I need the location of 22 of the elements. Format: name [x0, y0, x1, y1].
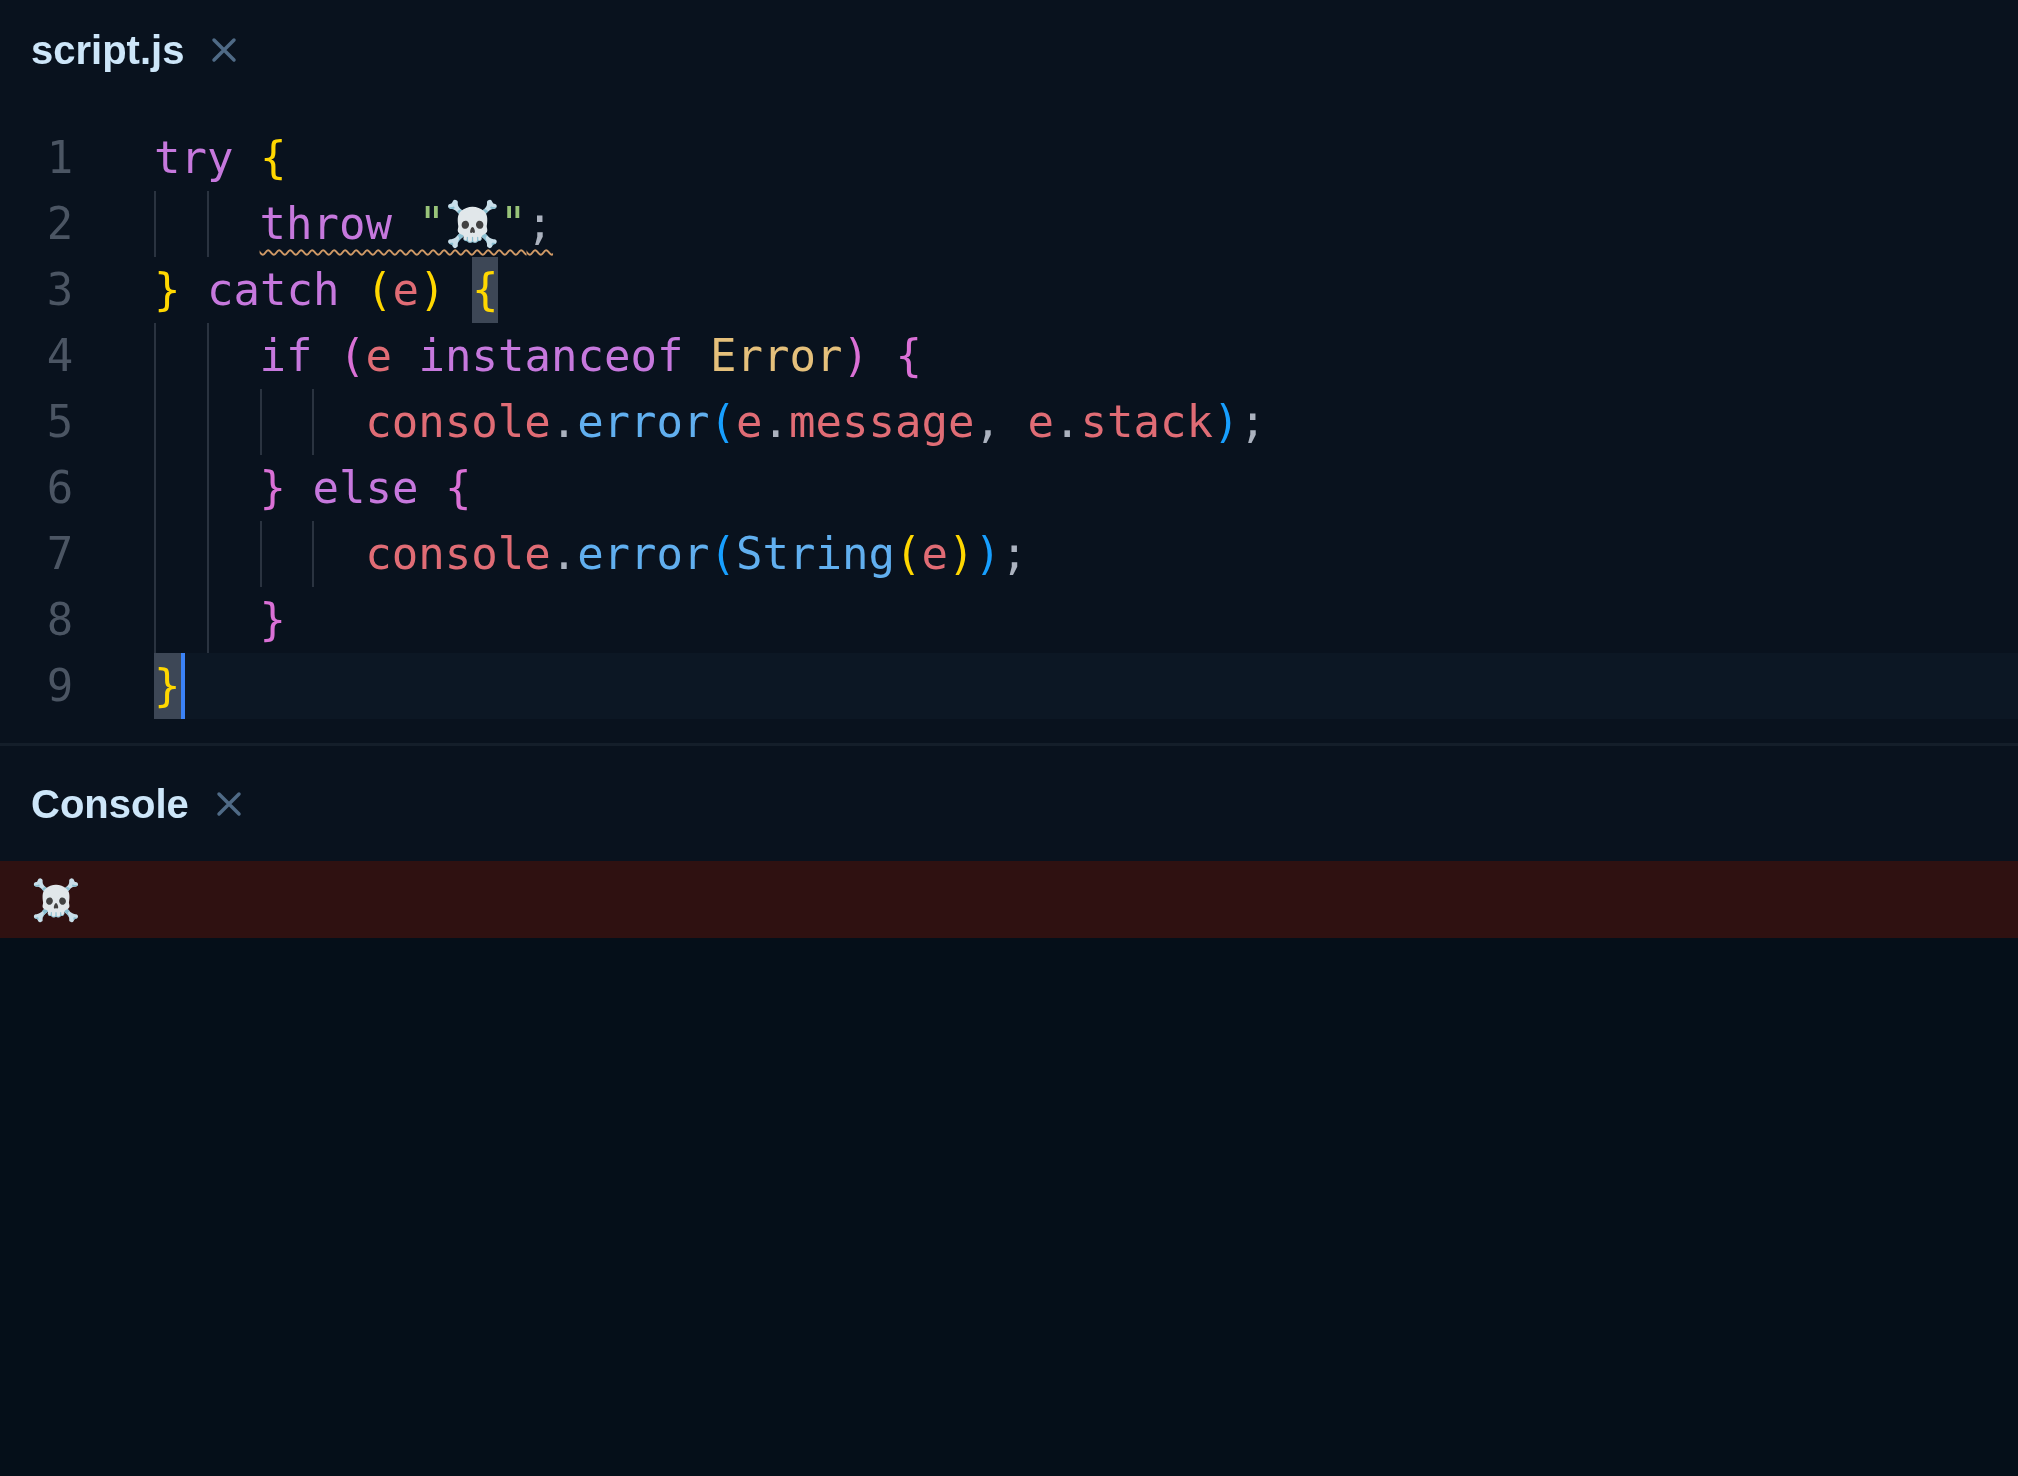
text-cursor	[180, 653, 185, 719]
line-number: 6	[45, 461, 75, 515]
line-number: 4	[45, 329, 75, 383]
tab-title[interactable]: script.js	[31, 20, 185, 80]
line-number: 2	[45, 197, 75, 251]
line-number: 8	[45, 593, 75, 647]
code-line: throw "☠";	[154, 191, 2018, 257]
code-line: if (e instanceof Error) {	[154, 323, 2018, 389]
line-number: 7	[45, 527, 75, 581]
close-icon[interactable]	[214, 789, 243, 818]
code-line: try {	[154, 131, 288, 185]
close-icon[interactable]	[210, 36, 239, 64]
line-number: 1	[45, 131, 75, 185]
code-line: console.error(String(e));	[154, 521, 2018, 587]
console-message: ☠	[0, 861, 2018, 938]
line-number: 5	[45, 395, 75, 449]
code-line: } catch (e) {	[154, 257, 2018, 323]
code-line: } else {	[154, 455, 2018, 521]
line-number: 9	[45, 659, 75, 713]
code-line: console.error(e.message, e.stack);	[154, 389, 2018, 455]
line-number: 3	[45, 263, 75, 317]
tab-title[interactable]: Console	[31, 773, 189, 834]
